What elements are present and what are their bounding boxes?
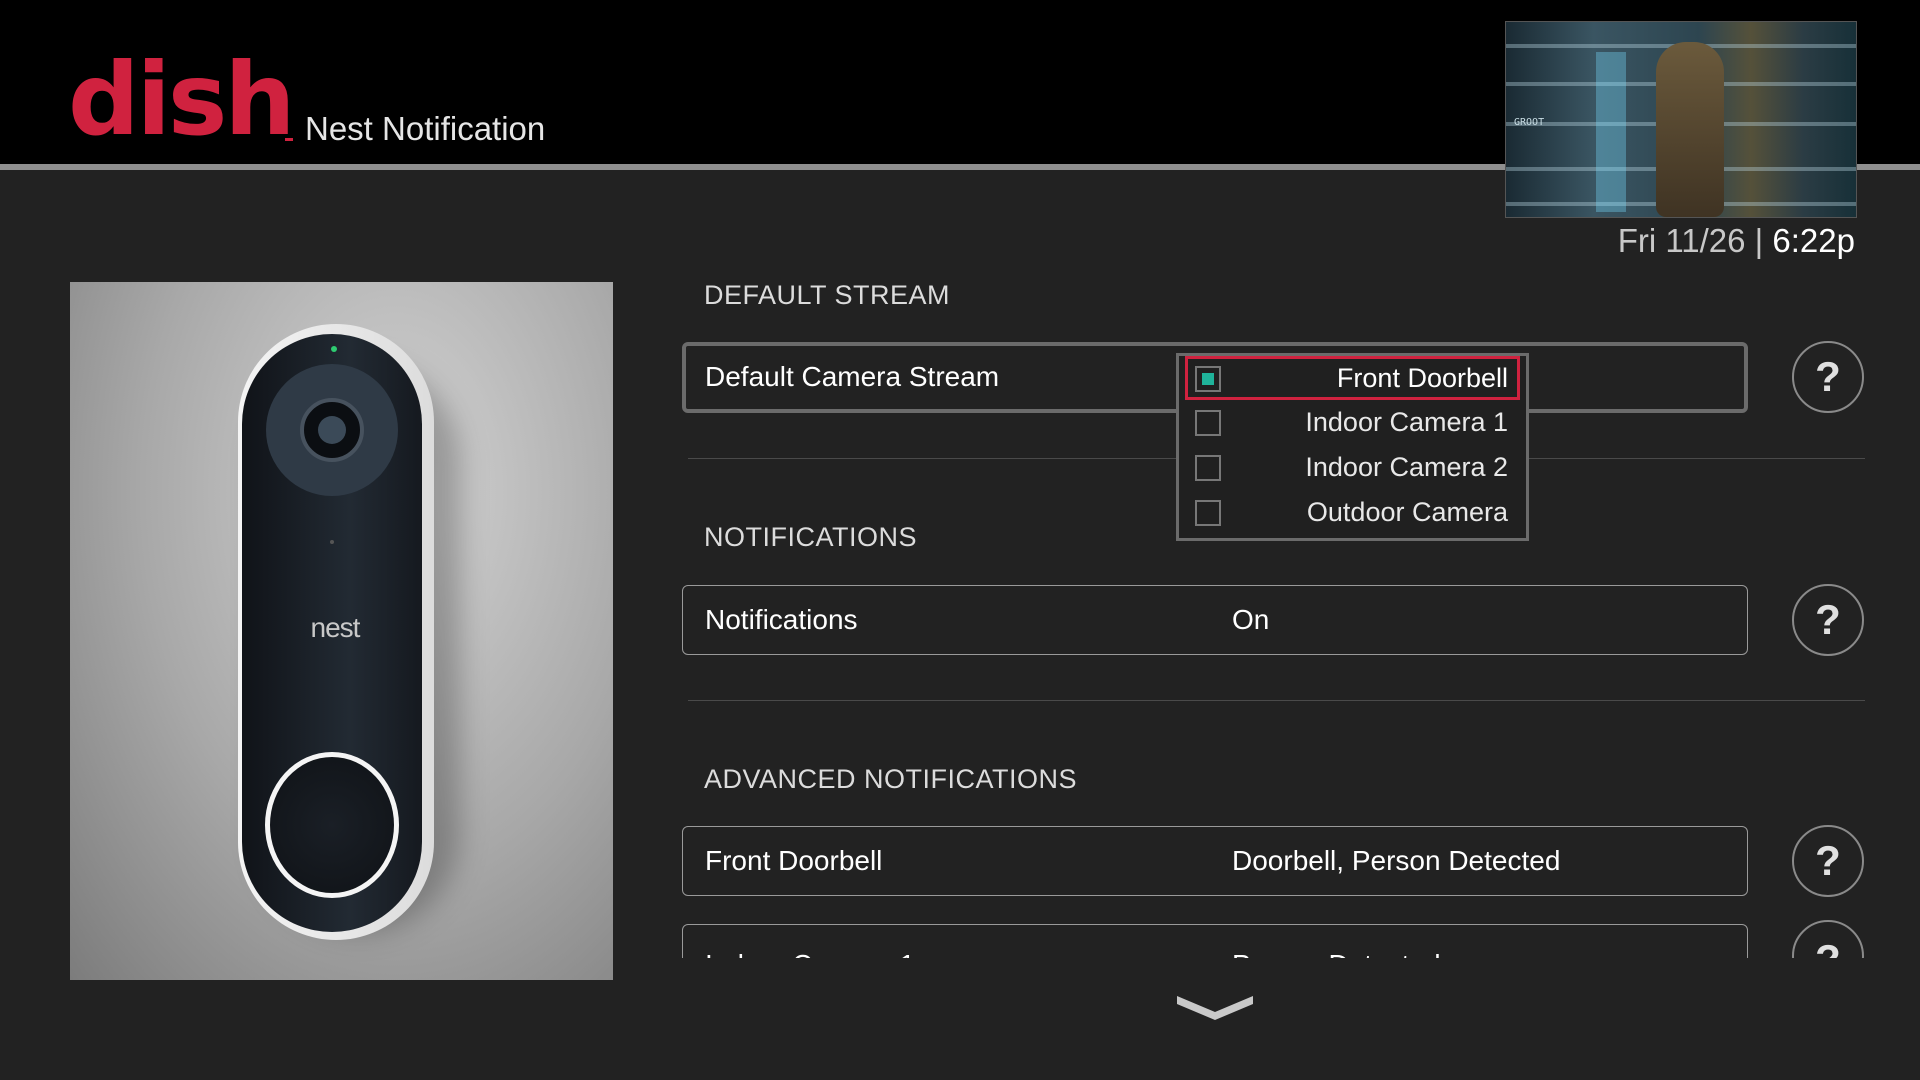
question-mark-icon: ? (1815, 936, 1841, 958)
row-label: Indoor Camera 1 (705, 931, 915, 958)
option-label: Indoor Camera 1 (1305, 407, 1508, 437)
option-label: Outdoor Camera (1306, 497, 1508, 527)
option-label: Front Doorbell (1336, 363, 1508, 393)
logo-trademark-mark (285, 138, 293, 141)
question-mark-icon: ? (1815, 353, 1841, 400)
option-label: Indoor Camera 2 (1305, 452, 1508, 482)
question-mark-icon: ? (1815, 837, 1841, 884)
indoor-camera-1-row[interactable]: Indoor Camera 1 Person Detected (682, 924, 1748, 958)
dropdown-option-indoor-camera-2[interactable]: Indoor Camera 2 (1185, 445, 1520, 489)
notifications-row[interactable]: Notifications On (682, 585, 1748, 655)
row-value: Doorbell, Person Detected (1232, 845, 1561, 876)
dropdown-option-outdoor-camera[interactable]: Outdoor Camera (1185, 490, 1520, 534)
page-title: Nest Notification (305, 110, 546, 147)
clock-time: 6:22p (1772, 222, 1855, 259)
row-label: Notifications (705, 604, 858, 635)
doorbell-status-led (331, 346, 337, 352)
doorbell-button (265, 752, 399, 898)
preview-character (1656, 42, 1724, 217)
section-title-advanced-notifications: ADVANCED NOTIFICATIONS (704, 764, 1078, 794)
row-label: Front Doorbell (705, 845, 883, 876)
front-doorbell-row[interactable]: Front Doorbell Doorbell, Person Detected (682, 826, 1748, 896)
doorbell-lens-glass (318, 416, 346, 444)
doorbell-brand-text: nest (310, 612, 361, 643)
dropdown-option-front-doorbell[interactable]: Front Doorbell (1185, 356, 1520, 400)
section-divider (688, 700, 1865, 701)
row-value: Person Detected (1232, 931, 1441, 958)
checkbox-icon (1195, 366, 1221, 392)
checkbox-icon (1195, 410, 1221, 436)
clock-date: Fri 11/26 | (1617, 222, 1773, 259)
section-title-notifications: NOTIFICATIONS (704, 522, 917, 552)
clock: Fri 11/26 | 6:22p (1618, 222, 1855, 260)
checkbox-icon (1195, 500, 1221, 526)
question-mark-icon: ? (1815, 596, 1841, 643)
camera-stream-dropdown: Front Doorbell Indoor Camera 1 Indoor Ca… (1176, 353, 1529, 541)
dish-logo: dish (68, 41, 296, 158)
live-tv-preview[interactable]: GROOT (1505, 21, 1857, 218)
checkbox-icon (1195, 455, 1221, 481)
chevron-shape (1177, 996, 1253, 1020)
scroll-clip-region: Indoor Camera 1 Person Detected ? (0, 920, 1920, 958)
nest-doorbell-image: nest (70, 282, 613, 980)
row-label: Default Camera Stream (705, 361, 1000, 392)
help-button-front-doorbell[interactable]: ? (1792, 825, 1864, 897)
preview-caption: GROOT (1514, 117, 1545, 128)
dropdown-option-indoor-camera-1[interactable]: Indoor Camera 1 (1185, 400, 1520, 444)
help-button-notifications[interactable]: ? (1792, 584, 1864, 656)
help-button-indoor-camera-1[interactable]: ? (1792, 920, 1864, 958)
help-button-default-stream[interactable]: ? (1792, 341, 1864, 413)
preview-hologram (1596, 52, 1626, 212)
dish-logo-text: dish (68, 41, 296, 158)
chevron-down-icon[interactable] (1175, 992, 1255, 1022)
doorbell-mic (330, 540, 334, 544)
section-title-default-stream: DEFAULT STREAM (704, 280, 951, 310)
checkbox-checked-icon (1202, 373, 1214, 385)
row-value: On (1232, 604, 1270, 635)
